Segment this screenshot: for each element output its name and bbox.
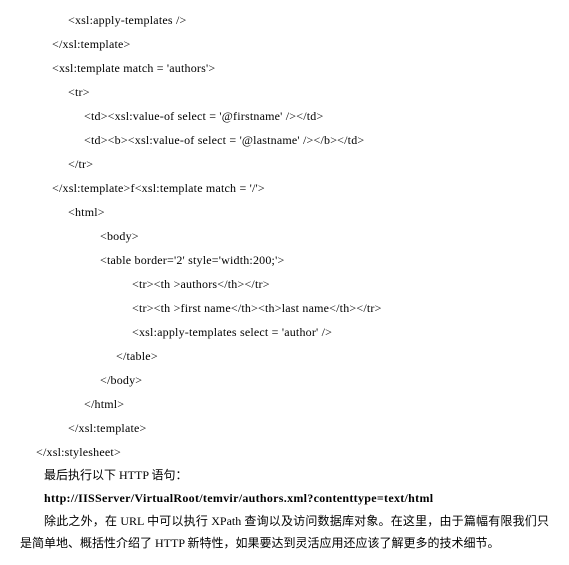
code-line: <body> [20, 224, 549, 248]
code-line: <td><xsl:value-of select = '@firstname' … [20, 104, 549, 128]
code-line: <td><b><xsl:value-of select = '@lastname… [20, 128, 549, 152]
code-line: </xsl:template>f<xsl:template match = '/… [20, 176, 549, 200]
code-line: </xsl:template> [20, 416, 549, 440]
code-line: <tr><th >authors</th></tr> [20, 272, 549, 296]
code-line: <tr><th >first name</th><th>last name</t… [20, 296, 549, 320]
code-line: </body> [20, 368, 549, 392]
code-line: </xsl:template> [20, 32, 549, 56]
code-line: </xsl:stylesheet> [20, 440, 549, 464]
code-line: <tr> [20, 80, 549, 104]
code-line: </tr> [20, 152, 549, 176]
paragraph: 最后执行以下 HTTP 语句： [20, 464, 549, 487]
code-line: <xsl:template match = 'authors'> [20, 56, 549, 80]
code-line: <html> [20, 200, 549, 224]
code-line: <xsl:apply-templates /> [20, 8, 549, 32]
code-line: </table> [20, 344, 549, 368]
paragraph: 除此之外，在 URL 中可以执行 XPath 查询以及访问数据库对象。在这里，由… [20, 510, 549, 556]
code-line: <xsl:apply-templates select = 'author' /… [20, 320, 549, 344]
code-line: <table border='2' style='width:200;'> [20, 248, 549, 272]
code-line: </html> [20, 392, 549, 416]
url-text: http://IISServer/VirtualRoot/temvir/auth… [20, 487, 549, 510]
